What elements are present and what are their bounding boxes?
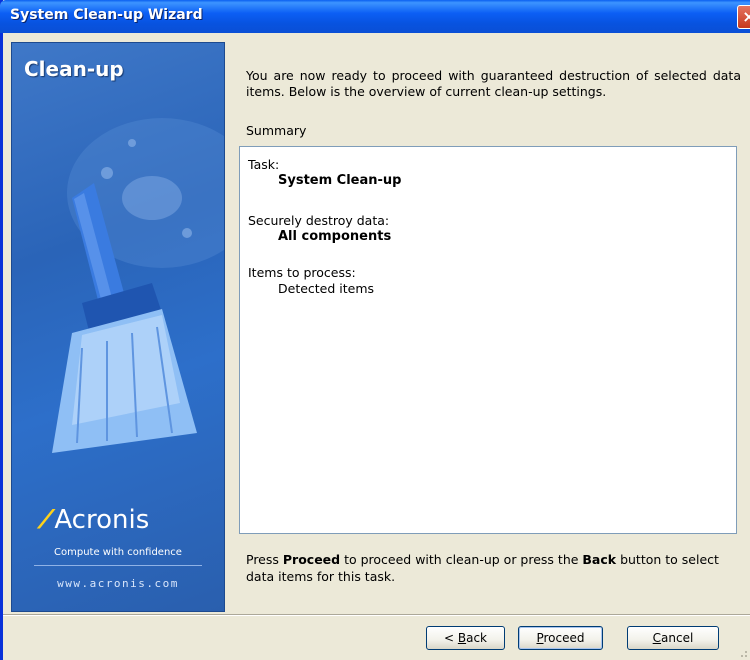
window-title: System Clean-up Wizard [10, 7, 203, 23]
brand-tagline: Compute with confidence [54, 547, 182, 558]
summary-value-task: System Clean-up [278, 173, 402, 188]
acronis-logo-icon: ⁄ [44, 505, 49, 535]
close-button[interactable]: × [737, 5, 750, 29]
side-divider [34, 565, 202, 566]
summary-label-task: Task: [248, 157, 280, 172]
summary-heading: Summary [246, 123, 307, 138]
intro-text: You are now ready to proceed with guaran… [246, 68, 741, 99]
close-icon: × [742, 7, 750, 26]
back-button[interactable]: < Back [426, 626, 505, 650]
side-panel-title: Clean-up [24, 57, 124, 81]
title-bar[interactable]: System Clean-up Wizard × [0, 0, 750, 33]
instruction-text: Press Proceed to proceed with clean-up o… [246, 552, 719, 584]
proceed-button[interactable]: Proceed [518, 626, 603, 650]
cancel-button[interactable]: Cancel [627, 626, 719, 650]
summary-value-destroy: All components [278, 229, 392, 244]
summary-label-destroy: Securely destroy data: [248, 213, 390, 228]
button-divider [3, 614, 750, 616]
wizard-window: System Clean-up Wizard × Clean-up ⁄ Acron… [0, 0, 750, 660]
acronis-logo: ⁄ Acronis [44, 505, 149, 535]
summary-value-items: Detected items [278, 281, 375, 296]
summary-label-items: Items to process: [248, 265, 356, 280]
side-banner: Clean-up ⁄ Acronis Compute with confidenc… [11, 42, 225, 612]
brand-name: Acronis [54, 505, 150, 535]
resize-grip-icon[interactable] [736, 646, 748, 658]
brand-url: www.acronis.com [57, 577, 179, 590]
summary-panel[interactable]: Task: System Clean-up Securely destroy d… [239, 146, 737, 534]
brush-illustration [52, 118, 224, 453]
